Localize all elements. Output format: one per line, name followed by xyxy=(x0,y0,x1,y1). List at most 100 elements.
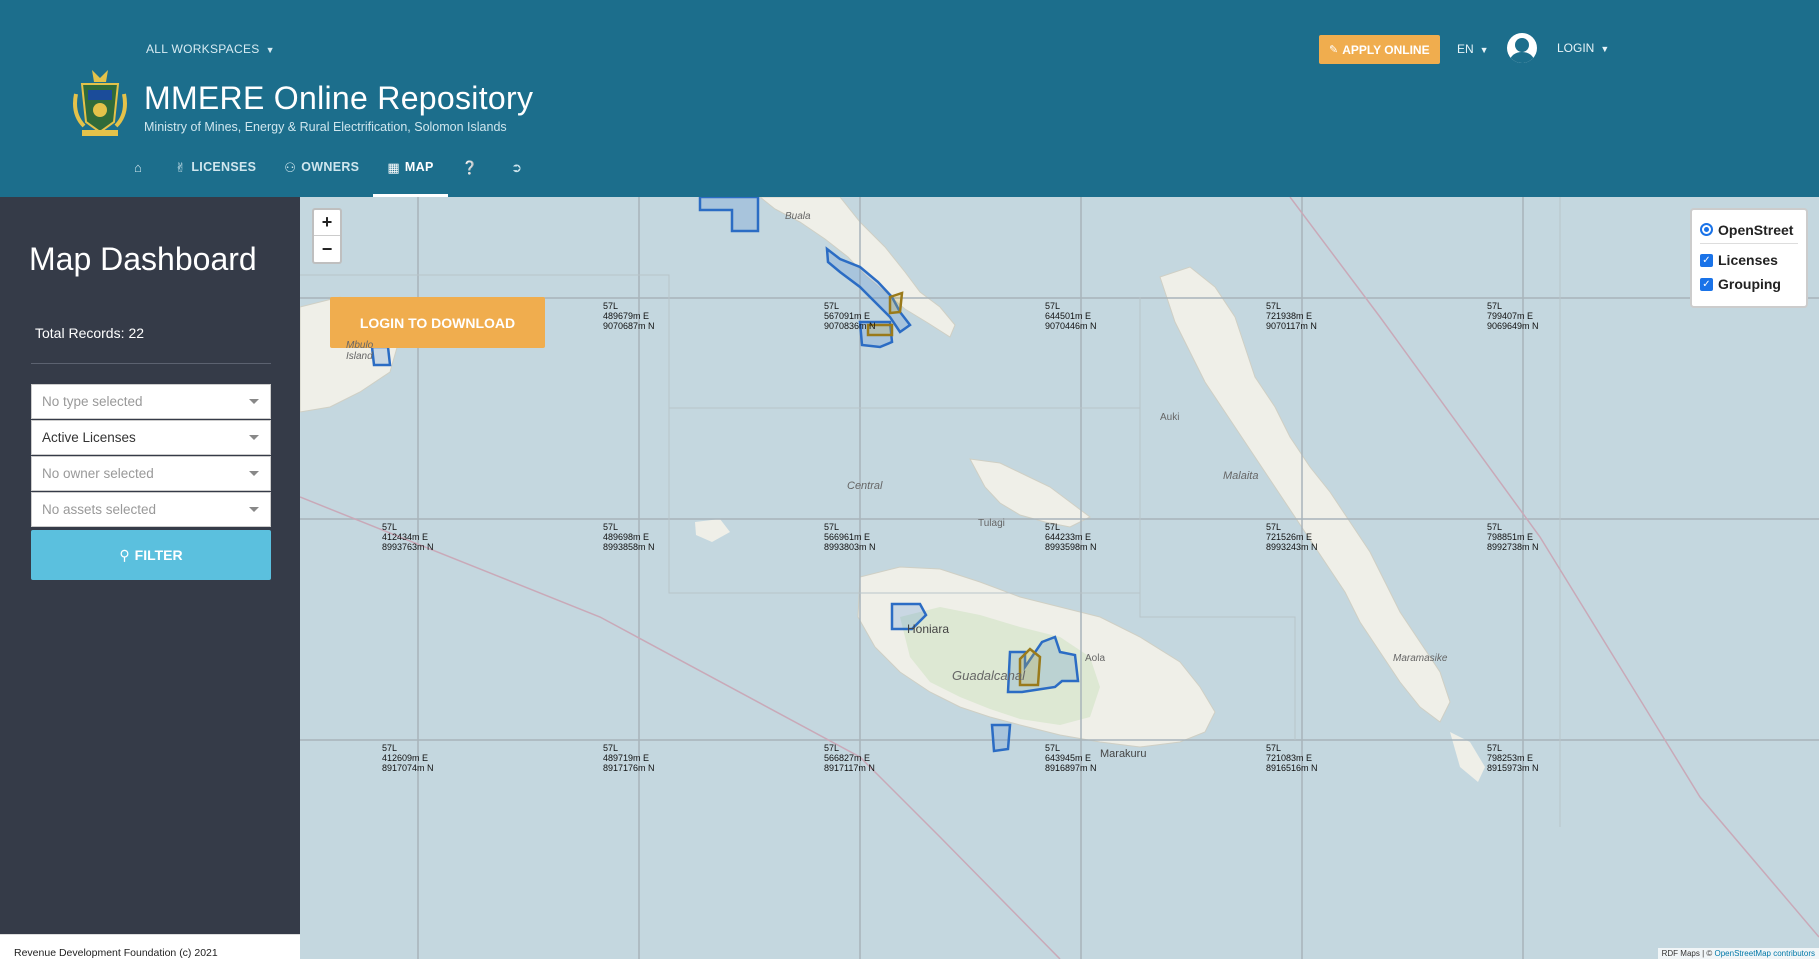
divider xyxy=(31,363,271,364)
workspaces-label: ALL WORKSPACES xyxy=(146,42,260,56)
total-records-value: 22 xyxy=(128,325,145,341)
filter-label: FILTER xyxy=(134,547,183,563)
license-status-select[interactable]: Active Licenses xyxy=(31,420,271,455)
type-select[interactable]: No type selected xyxy=(31,384,271,419)
grid-coordinate-label: 57L 799407m E 9069649m N xyxy=(1487,301,1539,331)
map-icon: ▦ xyxy=(387,160,400,175)
grid-coordinate-label: 57L 721083m E 8916516m N xyxy=(1266,743,1318,773)
checkbox-checked-icon: ✓ xyxy=(1700,253,1713,267)
grid-coordinate-label: 57L 412609m E 8917074m N xyxy=(382,743,434,773)
total-records-label: Total Records: xyxy=(35,325,125,341)
coat-of-arms-logo xyxy=(73,70,127,136)
workspaces-dropdown[interactable]: ALL WORKSPACES ▼ xyxy=(146,42,275,56)
edit-icon: ✎ xyxy=(1329,44,1339,56)
grid-coordinate-label: 57L 489679m E 9070687m N xyxy=(603,301,655,331)
layer-licenses-label: Licenses xyxy=(1718,252,1778,268)
place-label: Island xyxy=(346,351,373,362)
caret-down-icon xyxy=(249,399,259,404)
attribution-separator: | © xyxy=(1699,949,1715,958)
language-label: EN xyxy=(1457,42,1474,56)
zoom-control: + − xyxy=(312,208,342,264)
home-icon: ⌂ xyxy=(134,160,143,175)
caret-down-icon xyxy=(249,435,259,440)
place-label: Marakuru xyxy=(1100,748,1147,760)
license-status-value: Active Licenses xyxy=(42,430,136,445)
caret-down-icon xyxy=(249,507,259,512)
handshake-icon: ✌ xyxy=(175,160,187,175)
place-label: Mbulo xyxy=(346,340,374,351)
dashboard-title: Map Dashboard xyxy=(29,241,257,277)
caret-down-icon xyxy=(249,471,259,476)
layer-grouping-label: Grouping xyxy=(1718,276,1781,292)
type-select-value: No type selected xyxy=(42,394,143,409)
nav-licenses[interactable]: ✌ LICENSES xyxy=(161,150,270,197)
attribution-osm-link[interactable]: OpenStreetMap contributors xyxy=(1715,949,1816,958)
layer-control: OpenStreet ✓ Licenses ✓ Grouping xyxy=(1690,208,1808,308)
login-label: LOGIN xyxy=(1557,41,1595,55)
user-avatar-icon[interactable] xyxy=(1507,33,1537,63)
place-label: Tulagi xyxy=(978,518,1005,529)
header: ALL WORKSPACES ▼ MMERE Online Repository … xyxy=(0,0,1819,197)
grid-coordinate-label: 57L 412434m E 8993763m N xyxy=(382,522,434,552)
grid-coordinate-label: 57L 798253m E 8915973m N xyxy=(1487,743,1539,773)
nav-owners-label: OWNERS xyxy=(301,160,360,174)
place-label: Malaita xyxy=(1223,470,1259,482)
attribution-rdf[interactable]: RDF Maps xyxy=(1662,949,1700,958)
apply-online-label: APPLY ONLINE xyxy=(1342,42,1430,57)
grid-coordinate-label: 57L 566961m E 8993803m N xyxy=(824,522,876,552)
radio-selected-icon xyxy=(1700,223,1713,236)
place-label: Aola xyxy=(1085,653,1106,664)
site-title: MMERE Online Repository xyxy=(144,80,534,116)
nav-help[interactable]: ❔ xyxy=(448,150,498,197)
owner-select-value: No owner selected xyxy=(42,466,154,481)
chevron-down-icon: ▼ xyxy=(1479,45,1489,55)
place-label: Central xyxy=(847,480,883,492)
login-dropdown[interactable]: LOGIN ▼ xyxy=(1557,41,1609,55)
zoom-out-button[interactable]: − xyxy=(314,236,340,262)
place-label: Buala xyxy=(785,211,811,222)
layer-openstreet-label: OpenStreet xyxy=(1718,221,1794,238)
grid-coordinate-label: 57L 643945m E 8916897m N xyxy=(1045,743,1097,773)
chevron-down-icon: ▼ xyxy=(265,45,275,55)
login-to-download-label: LOGIN TO DOWNLOAD xyxy=(359,314,516,331)
footer: Revenue Development Foundation (c) 2021 xyxy=(0,934,300,964)
zoom-in-button[interactable]: + xyxy=(314,210,340,236)
grid-coordinate-label: 57L 567091m E 9070836m N xyxy=(824,301,876,331)
chevron-down-icon: ▼ xyxy=(1600,44,1610,54)
nav-map[interactable]: ▦ MAP xyxy=(373,150,448,197)
question-circle-icon: ❔ xyxy=(461,160,479,175)
owner-select[interactable]: No owner selected xyxy=(31,456,271,491)
nav-owners[interactable]: ⚇ OWNERS xyxy=(270,150,373,197)
layer-openstreet[interactable]: OpenStreet xyxy=(1700,216,1798,244)
grid-coordinate-label: 57L 566827m E 8917117m N xyxy=(824,743,875,773)
apply-online-button[interactable]: ✎ APPLY ONLINE xyxy=(1319,35,1440,64)
grid-coordinate-label: 57L 644501m E 9070446m N xyxy=(1045,301,1097,331)
language-dropdown[interactable]: EN ▼ xyxy=(1457,42,1489,56)
users-icon: ⚇ xyxy=(284,160,297,175)
assets-select-value: No assets selected xyxy=(42,502,157,517)
place-label: Maramasike xyxy=(1393,653,1448,664)
grid-coordinate-label: 57L 489719m E 8917176m N xyxy=(603,743,655,773)
grid-coordinate-label: 57L 721938m E 9070117m N xyxy=(1266,301,1317,331)
nav-map-label: MAP xyxy=(404,160,434,174)
place-label: Guadalcanal xyxy=(952,668,1025,683)
footer-text: Revenue Development Foundation (c) 2021 xyxy=(14,947,218,959)
assets-select[interactable]: No assets selected xyxy=(31,492,271,527)
search-icon: ⚲ xyxy=(119,546,130,563)
main-nav: ⌂ ✌ LICENSES ⚇ OWNERS ▦ MAP ❔ ➲ xyxy=(120,150,541,197)
place-label: Honiara xyxy=(907,622,950,636)
nav-home[interactable]: ⌂ xyxy=(120,150,161,197)
checkbox-checked-icon: ✓ xyxy=(1700,277,1713,291)
map-canvas[interactable]: + − LOGIN TO DOWNLOAD OpenStreet ✓ Licen… xyxy=(300,197,1819,959)
layer-licenses[interactable]: ✓ Licenses xyxy=(1700,248,1798,272)
place-label: Auki xyxy=(1160,412,1180,423)
grid-coordinate-label: 57L 644233m E 8993598m N xyxy=(1045,522,1097,552)
map-attribution: RDF Maps | © OpenStreetMap contributors xyxy=(1657,948,1819,959)
nav-licenses-label: LICENSES xyxy=(191,160,257,174)
layer-grouping[interactable]: ✓ Grouping xyxy=(1700,272,1798,296)
filter-button[interactable]: ⚲ FILTER xyxy=(31,530,271,580)
land-savo xyxy=(695,519,730,542)
nav-sign-in[interactable]: ➲ xyxy=(497,150,541,197)
sign-in-icon: ➲ xyxy=(511,160,523,175)
grid-coordinate-label: 57L 489698m E 8993858m N xyxy=(603,522,655,552)
